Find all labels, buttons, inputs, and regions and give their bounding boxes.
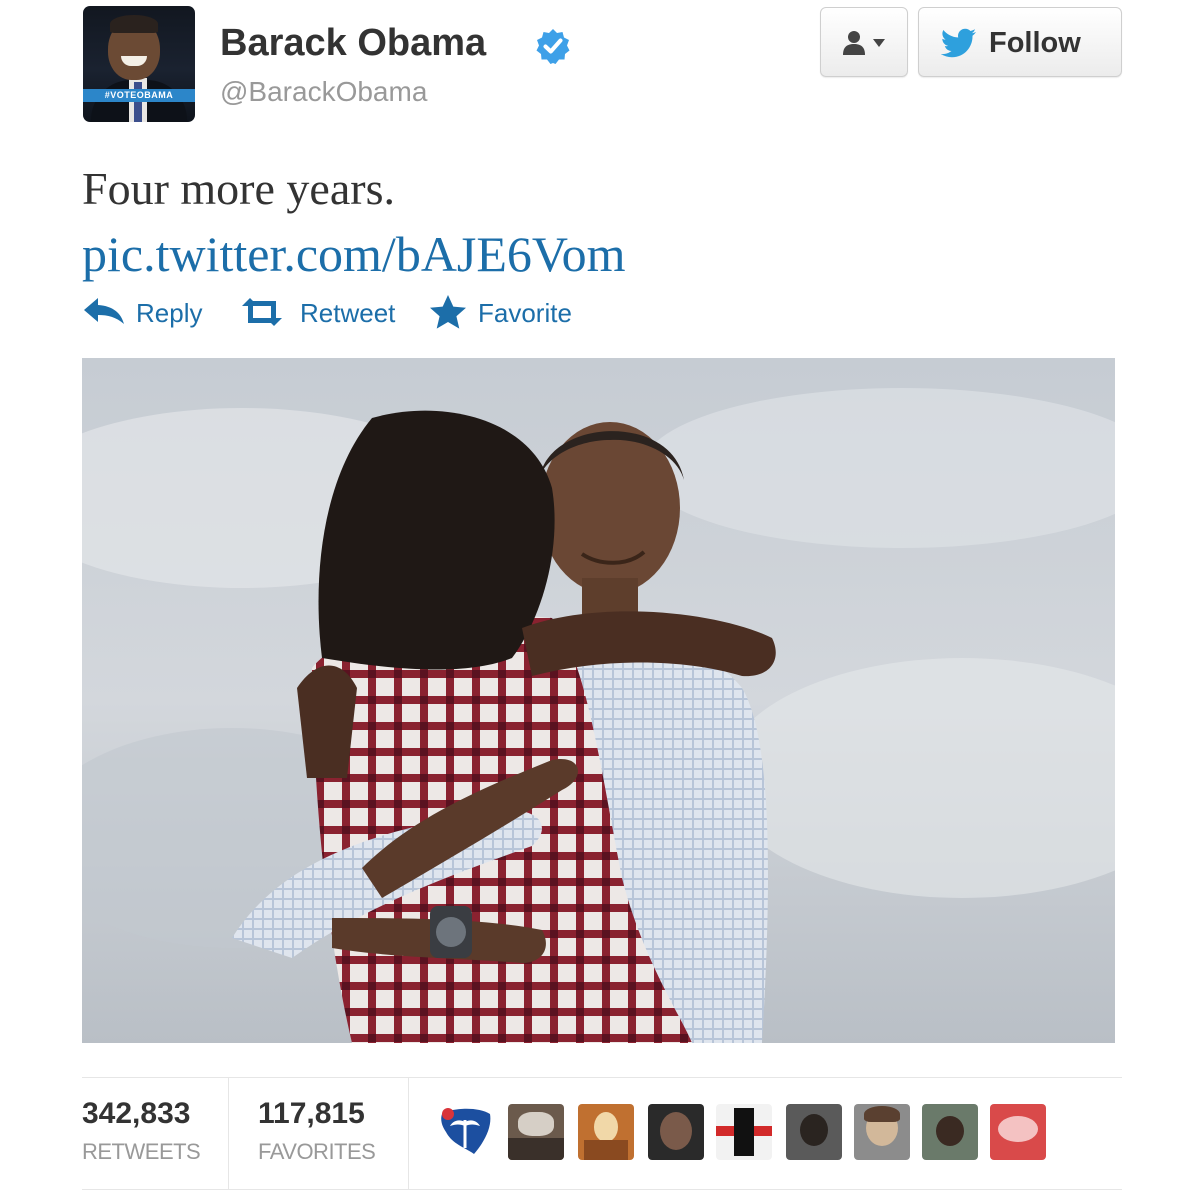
user-dropdown-button[interactable] [820,7,908,77]
avatar-banner: #VOTEOBAMA [83,89,195,102]
reply-icon [84,298,124,324]
avatar-tie [134,82,142,122]
twitter-bird-icon [941,28,976,58]
user-avatar-8[interactable] [922,1104,978,1160]
follow-button[interactable]: Follow [918,7,1122,77]
star-icon [430,295,466,329]
palmetto-state-icon [441,1108,491,1154]
retweet-label: Retweet [300,298,396,328]
stats-separator-1 [228,1077,229,1189]
stats-bottom-divider [82,1189,1122,1190]
tweet-media-link[interactable]: pic.twitter.com/bAJE6Vom [82,225,625,283]
verified-badge-icon [536,29,570,64]
user-avatar-4[interactable] [648,1104,704,1160]
avatar-hair [110,15,158,33]
stats-separator-2 [408,1077,409,1189]
retweets-count[interactable]: 342,833 [82,1097,190,1131]
caret-down-icon [873,39,885,47]
user-avatar-5[interactable] [716,1104,772,1160]
tweet-text: Four more years. [82,163,395,214]
user-avatar-7[interactable] [854,1104,910,1160]
tweet-photo[interactable] [82,358,1115,1043]
reply-label: Reply [136,298,203,328]
screen-name[interactable]: @BarackObama [220,76,427,108]
stats-top-divider [82,1077,1122,1078]
south-carolina-avatar[interactable] [438,1104,494,1160]
reply-action[interactable]: Reply [82,293,212,333]
follow-label: Follow [989,27,1081,59]
user-avatar-3[interactable] [578,1104,634,1160]
favorite-action[interactable]: Favorite [428,293,588,333]
user-avatar-6[interactable] [786,1104,842,1160]
retweet-action[interactable]: Retweet [238,293,408,333]
user-avatar-9[interactable] [990,1104,1046,1160]
embrace-photo-illustration [82,358,1115,1043]
favorites-count[interactable]: 117,815 [258,1097,365,1131]
user-avatar-2[interactable] [508,1104,564,1160]
user-icon [843,31,865,55]
retweet-icon [242,298,282,326]
favorite-label: Favorite [478,298,572,328]
favorites-label[interactable]: FAVORITES [258,1139,376,1165]
retweets-label[interactable]: RETWEETS [82,1139,201,1165]
user-name[interactable]: Barack Obama [220,22,486,65]
profile-avatar[interactable]: #VOTEOBAMA [83,6,195,122]
